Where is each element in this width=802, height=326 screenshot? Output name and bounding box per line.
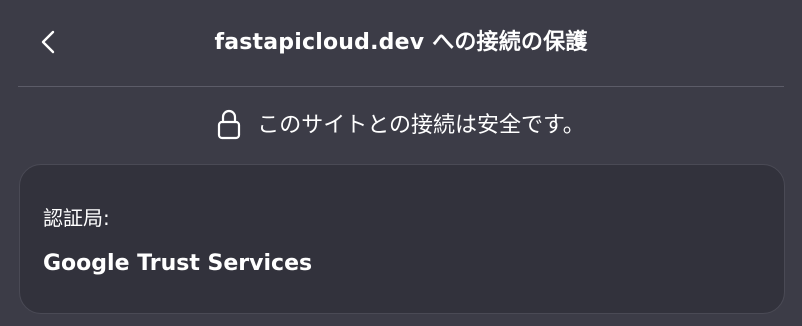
connection-security-panel: fastapicloud.dev への接続の保護 このサイトとの接続は安全です。…	[0, 0, 802, 326]
secure-connection-message: このサイトとの接続は安全です。	[257, 113, 585, 138]
issuer-label: 認証局:	[43, 206, 110, 230]
lock-icon	[217, 108, 241, 144]
panel-header: fastapicloud.dev への接続の保護	[0, 0, 802, 86]
certificate-issuer-card[interactable]: 認証局: Google Trust Services	[19, 164, 785, 314]
page-title: fastapicloud.dev への接続の保護	[214, 30, 588, 55]
connection-status: このサイトとの接続は安全です。	[0, 108, 802, 144]
issuer-value: Google Trust Services	[43, 251, 313, 276]
header-divider	[18, 86, 784, 87]
